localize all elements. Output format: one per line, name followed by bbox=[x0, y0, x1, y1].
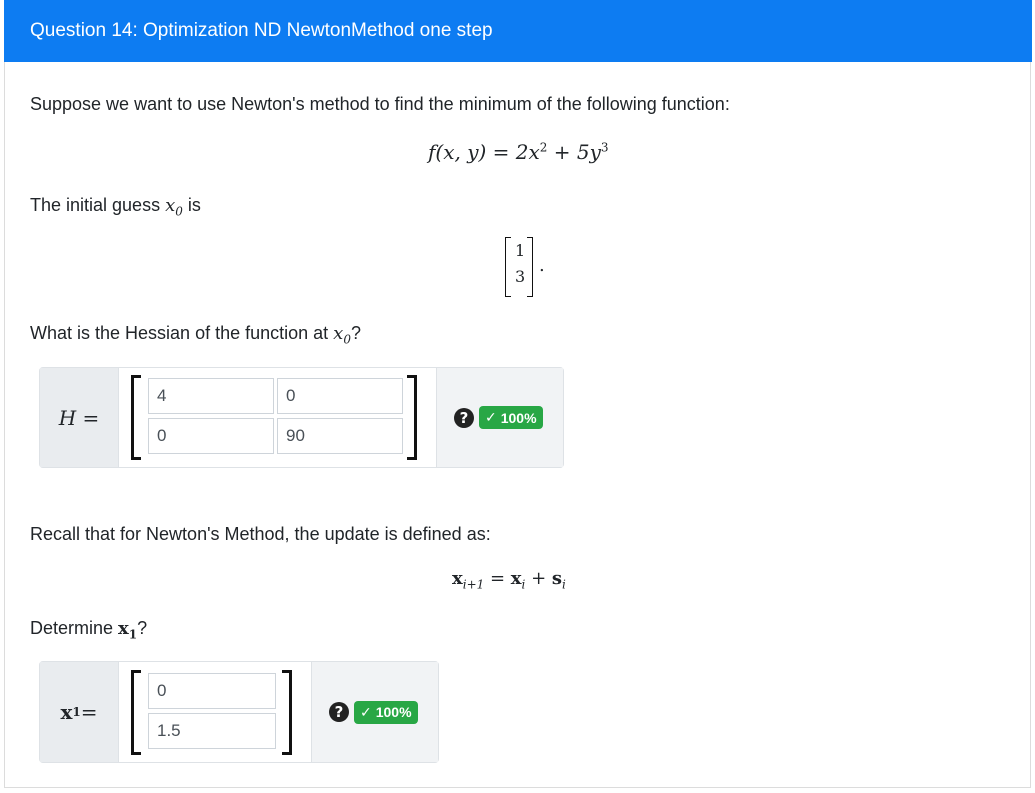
hessian-cell-1-1[interactable] bbox=[148, 378, 274, 414]
question-header: Question 14: Optimization ND NewtonMetho… bbox=[4, 0, 1032, 62]
x1-label: x1 = bbox=[40, 662, 119, 762]
check-icon: ✓ bbox=[485, 409, 497, 425]
x1-cell-1[interactable] bbox=[148, 673, 276, 709]
recall-text: Recall that for Newton's Method, the upd… bbox=[30, 524, 491, 544]
score-badge: ✓ 100% bbox=[354, 700, 418, 724]
x1-input-group: x1 = ? ✓100% bbox=[39, 661, 439, 763]
right-bracket bbox=[407, 375, 417, 460]
check-icon: ✓ bbox=[360, 703, 372, 720]
help-icon[interactable]: ? bbox=[454, 407, 474, 428]
hessian-cell-1-2[interactable] bbox=[277, 378, 403, 414]
x0-vector: 1 3 . bbox=[505, 237, 545, 297]
hessian-question: What is the Hessian of the function at x… bbox=[30, 323, 361, 347]
right-bracket bbox=[282, 670, 292, 755]
intro-text: Suppose we want to use Newton's method t… bbox=[30, 94, 730, 114]
x1-cell-2[interactable] bbox=[148, 713, 276, 749]
help-icon[interactable]: ? bbox=[329, 702, 349, 722]
hessian-feedback: ? ✓ 100% bbox=[436, 368, 563, 467]
left-bracket bbox=[131, 375, 141, 460]
initial-guess-text: The initial guess x0 is bbox=[30, 195, 201, 219]
x1-feedback: ? ✓ 100% bbox=[311, 662, 438, 762]
hessian-cell-2-1[interactable] bbox=[148, 418, 274, 454]
hessian-label: H = bbox=[40, 368, 119, 467]
determine-text: Determine x1? bbox=[30, 618, 148, 642]
function-equation: f(x, y) = 2x2 + 5y3 bbox=[428, 140, 609, 164]
score-badge: ✓ 100% bbox=[479, 406, 543, 429]
hessian-input-group: H = ? ✓100% bbox=[39, 367, 564, 468]
question-title: Question 14: Optimization ND NewtonMetho… bbox=[30, 20, 493, 41]
hessian-cell-2-2[interactable] bbox=[277, 418, 403, 454]
update-equation: xi+1 = xi + si bbox=[452, 568, 566, 592]
left-bracket bbox=[131, 670, 141, 755]
